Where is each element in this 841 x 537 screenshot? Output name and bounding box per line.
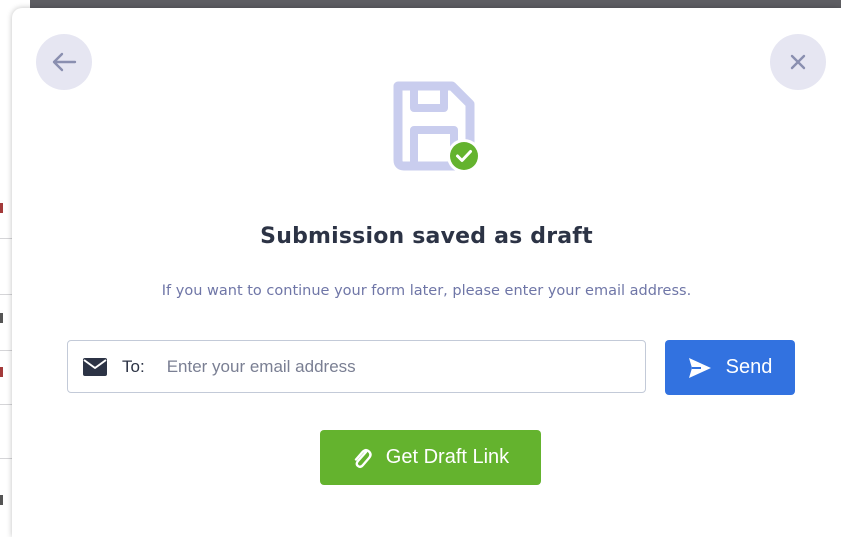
close-icon (789, 53, 807, 71)
get-draft-link-button[interactable]: Get Draft Link (320, 430, 541, 485)
background-mark (0, 203, 3, 213)
dialog-subtitle: If you want to continue your form later,… (161, 283, 692, 299)
email-input[interactable] (164, 345, 645, 388)
background-mark (0, 495, 3, 505)
paper-plane-icon (688, 357, 712, 379)
dialog-title: Submission saved as draft (260, 224, 593, 249)
paperclip-icon (352, 446, 372, 470)
envelope-icon (82, 357, 108, 377)
email-field-container[interactable]: To: (67, 340, 646, 393)
background-mark (0, 367, 3, 377)
to-label: To: (122, 356, 145, 376)
send-button-label: Send (725, 356, 773, 378)
send-button[interactable]: Send (665, 340, 795, 395)
arrow-left-icon (51, 52, 77, 72)
save-draft-dialog: Submission saved as draft If you want to… (12, 8, 841, 537)
close-button[interactable] (770, 34, 826, 90)
background-mark (0, 313, 3, 323)
back-button[interactable] (36, 34, 92, 90)
floppy-disk-check-icon (386, 78, 482, 174)
get-draft-link-label: Get Draft Link (385, 446, 510, 468)
